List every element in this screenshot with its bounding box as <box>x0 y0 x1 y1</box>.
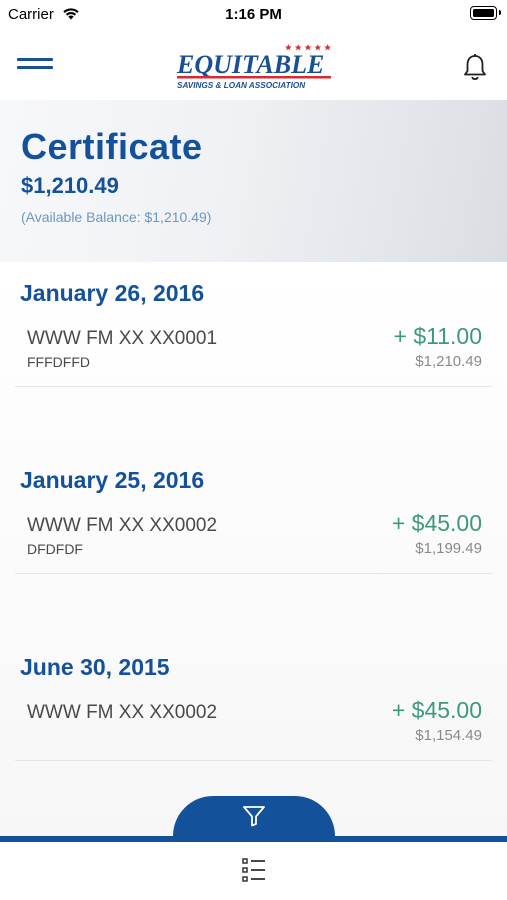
equitable-logo: EQUITABLE SAVINGS & LOAN ASSOCIATION <box>176 44 332 90</box>
transaction-amount: + $45.00 <box>391 697 482 723</box>
transaction-row[interactable]: WWW FM XX XX0002 + $45.00 $1,154.49 <box>15 692 492 761</box>
clock-time: 1:16 PM <box>225 6 282 23</box>
running-balance: $1,199.49 <box>415 540 482 557</box>
filter-button[interactable] <box>173 796 335 840</box>
account-summary: Certificate $1,210.49 (Available Balance… <box>0 100 507 262</box>
hamburger-menu-icon[interactable] <box>17 56 53 76</box>
transaction-amount: + $11.00 <box>393 323 482 349</box>
list-view-icon[interactable] <box>241 857 267 883</box>
transaction-row[interactable]: WWW FM XX XX0001 FFFDFFD + $11.00 $1,210… <box>15 318 492 387</box>
transaction-memo: FFFDFFD <box>27 354 90 370</box>
bell-icon[interactable] <box>460 52 490 82</box>
transaction-date: January 26, 2016 <box>20 280 205 306</box>
navigation-bar: EQUITABLE SAVINGS & LOAN ASSOCIATION <box>0 28 507 100</box>
transaction-description: WWW FM XX XX0002 <box>27 515 218 536</box>
running-balance: $1,210.49 <box>415 353 482 370</box>
transaction-row[interactable]: WWW FM XX XX0002 DFDFDF + $45.00 $1,199.… <box>15 505 492 574</box>
transaction-list[interactable]: January 26, 2016 WWW FM XX XX0001 FFFDFF… <box>0 262 507 838</box>
transaction-date: January 25, 2016 <box>20 467 205 493</box>
logo-tagline: SAVINGS & LOAN ASSOCIATION <box>177 81 306 90</box>
status-bar: Carrier 1:16 PM <box>0 0 507 28</box>
running-balance: $1,154.49 <box>415 727 482 744</box>
transaction-date: June 30, 2015 <box>20 654 170 680</box>
account-balance: $1,210.49 <box>21 173 119 198</box>
filter-icon <box>243 806 265 827</box>
transaction-description: WWW FM XX XX0001 <box>27 328 218 349</box>
battery-icon <box>470 6 501 20</box>
bottom-toolbar <box>0 842 507 900</box>
transaction-memo: DFDFDF <box>27 541 83 557</box>
transaction-amount: + $45.00 <box>391 510 482 536</box>
account-name: Certificate <box>21 126 203 167</box>
available-balance: (Available Balance: $1,210.49) <box>21 209 212 225</box>
logo-wordmark: EQUITABLE <box>176 50 324 79</box>
transaction-description: WWW FM XX XX0002 <box>27 702 218 723</box>
